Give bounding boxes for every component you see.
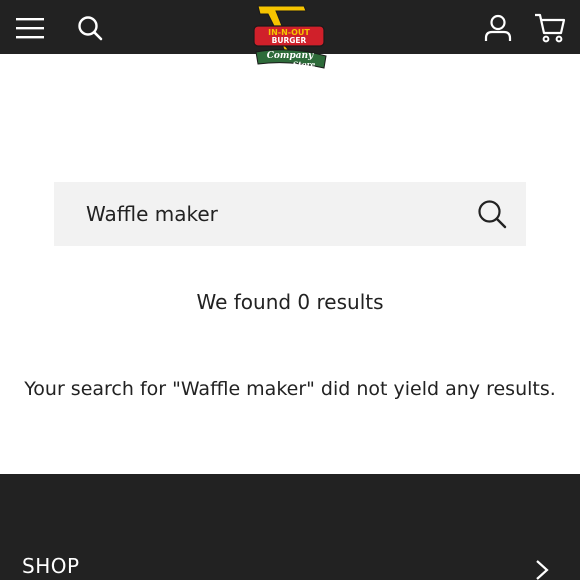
user-account-icon [484,14,512,41]
search-submit-button[interactable] [472,194,512,234]
search-icon [78,16,103,41]
footer-shop-label: SHOP [22,554,80,578]
search-results-main: We found 0 results Your search for "Waff… [0,54,580,474]
cart-button[interactable] [530,8,570,48]
search-icon [478,200,507,229]
menu-button[interactable] [10,8,50,48]
site-header: IN-N-OUT BURGER Company Store [0,0,580,69]
logo-text-store: Store [293,60,316,69]
footer-shop-toggle[interactable]: SHOP [0,546,580,586]
chevron-right-icon [536,560,549,580]
in-n-out-company-store-logo[interactable]: IN-N-OUT BURGER Company Store [246,2,334,72]
header-search-button[interactable] [70,8,110,48]
search-form [54,182,526,246]
hamburger-menu-icon [16,18,44,39]
logo-text-burger: BURGER [272,36,307,45]
no-results-message: Your search for "Waffle maker" did not y… [24,378,556,400]
account-button[interactable] [478,8,518,48]
results-count: We found 0 results [196,290,384,314]
search-input[interactable] [86,182,466,246]
shopping-cart-icon [535,13,566,43]
site-footer: SHOP [0,474,580,580]
